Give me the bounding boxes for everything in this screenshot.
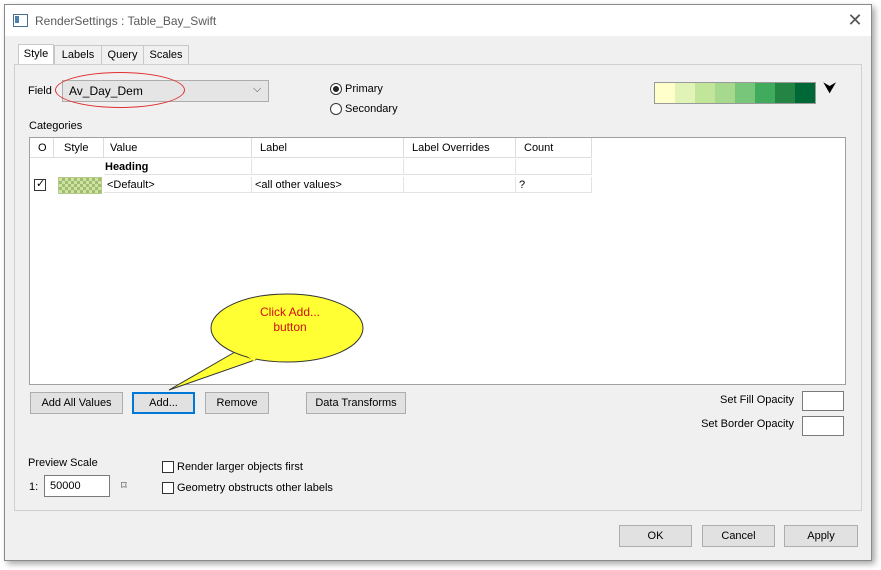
- fill-opacity-label: Set Fill Opacity: [720, 394, 794, 406]
- col-header-label[interactable]: Label: [252, 138, 404, 158]
- render-larger-label: Render larger objects first: [177, 461, 303, 473]
- border-opacity-label: Set Border Opacity: [701, 418, 794, 430]
- color-ramp-swatch: [655, 83, 675, 103]
- style-swatch[interactable]: [58, 177, 102, 194]
- ramp-dropdown-icon[interactable]: ⮟: [823, 80, 837, 98]
- tab-scales[interactable]: Scales: [143, 45, 189, 64]
- callout-text: Click Add... button: [259, 305, 321, 334]
- tab-labels[interactable]: Labels: [54, 45, 102, 64]
- field-highlight-ellipse: [55, 72, 185, 108]
- categories-label: Categories: [29, 120, 83, 132]
- preview-scale-value: 50000: [50, 480, 81, 492]
- heading-row-label: [252, 159, 404, 175]
- row-label-overrides[interactable]: [404, 177, 516, 193]
- border-opacity-input[interactable]: [802, 416, 844, 436]
- fill-opacity-input[interactable]: [802, 391, 844, 411]
- remove-button[interactable]: Remove: [205, 392, 269, 414]
- preview-scale-label: Preview Scale: [28, 457, 98, 469]
- tab-query[interactable]: Query: [101, 45, 144, 64]
- field-label: Field: [28, 85, 52, 97]
- color-ramp[interactable]: [654, 82, 816, 104]
- row-value[interactable]: <Default>: [104, 177, 252, 193]
- col-header-value[interactable]: Value: [104, 138, 252, 158]
- col-header-count[interactable]: Count: [516, 138, 592, 158]
- row-label[interactable]: <all other values>: [252, 177, 404, 193]
- color-ramp-swatch: [795, 83, 815, 103]
- heading-row-count: [516, 159, 592, 175]
- secondary-radio[interactable]: [330, 103, 342, 115]
- scale-prefix: 1:: [29, 481, 39, 493]
- secondary-label: Secondary: [345, 103, 398, 115]
- heading-row-overrides: [404, 159, 516, 175]
- color-ramp-swatch: [735, 83, 755, 103]
- tab-style[interactable]: Style: [18, 44, 54, 65]
- add-all-values-button[interactable]: Add All Values: [30, 392, 123, 414]
- checkmark-icon: ✓: [36, 178, 46, 190]
- cancel-button[interactable]: Cancel: [702, 525, 775, 547]
- app-icon: [13, 14, 28, 27]
- render-larger-checkbox[interactable]: [162, 461, 174, 473]
- col-header-o[interactable]: O: [30, 138, 54, 158]
- window-title: RenderSettings : Table_Bay_Swift: [35, 14, 217, 28]
- apply-button[interactable]: Apply: [784, 525, 858, 547]
- chevron-down-icon: ⌵: [253, 83, 262, 95]
- color-ramp-swatch: [715, 83, 735, 103]
- close-icon[interactable]: ✕: [843, 9, 867, 31]
- color-ramp-swatch: [775, 83, 795, 103]
- title-bar: RenderSettings : Table_Bay_Swift ✕: [5, 5, 871, 36]
- color-ramp-swatch: [695, 83, 715, 103]
- categories-grid[interactable]: O Style Value Label Label Overrides Coun…: [29, 137, 846, 385]
- row-checkbox[interactable]: ✓: [34, 178, 46, 191]
- col-header-style[interactable]: Style: [54, 138, 104, 158]
- preview-scale-input[interactable]: 50000: [44, 475, 110, 497]
- color-ramp-swatch: [755, 83, 775, 103]
- row-count: ?: [516, 177, 592, 193]
- primary-radio[interactable]: [330, 83, 342, 95]
- col-header-label-overrides[interactable]: Label Overrides: [404, 138, 516, 158]
- add-button[interactable]: Add...: [132, 392, 195, 414]
- ok-button[interactable]: OK: [619, 525, 692, 547]
- data-transforms-button[interactable]: Data Transforms: [306, 392, 406, 414]
- color-ramp-swatch: [675, 83, 695, 103]
- geometry-obstructs-checkbox[interactable]: [162, 482, 174, 494]
- geometry-obstructs-label: Geometry obstructs other labels: [177, 482, 333, 494]
- scale-sync-icon[interactable]: ⌑: [121, 479, 127, 492]
- primary-label: Primary: [345, 83, 383, 95]
- heading-row-value: Heading: [104, 159, 252, 175]
